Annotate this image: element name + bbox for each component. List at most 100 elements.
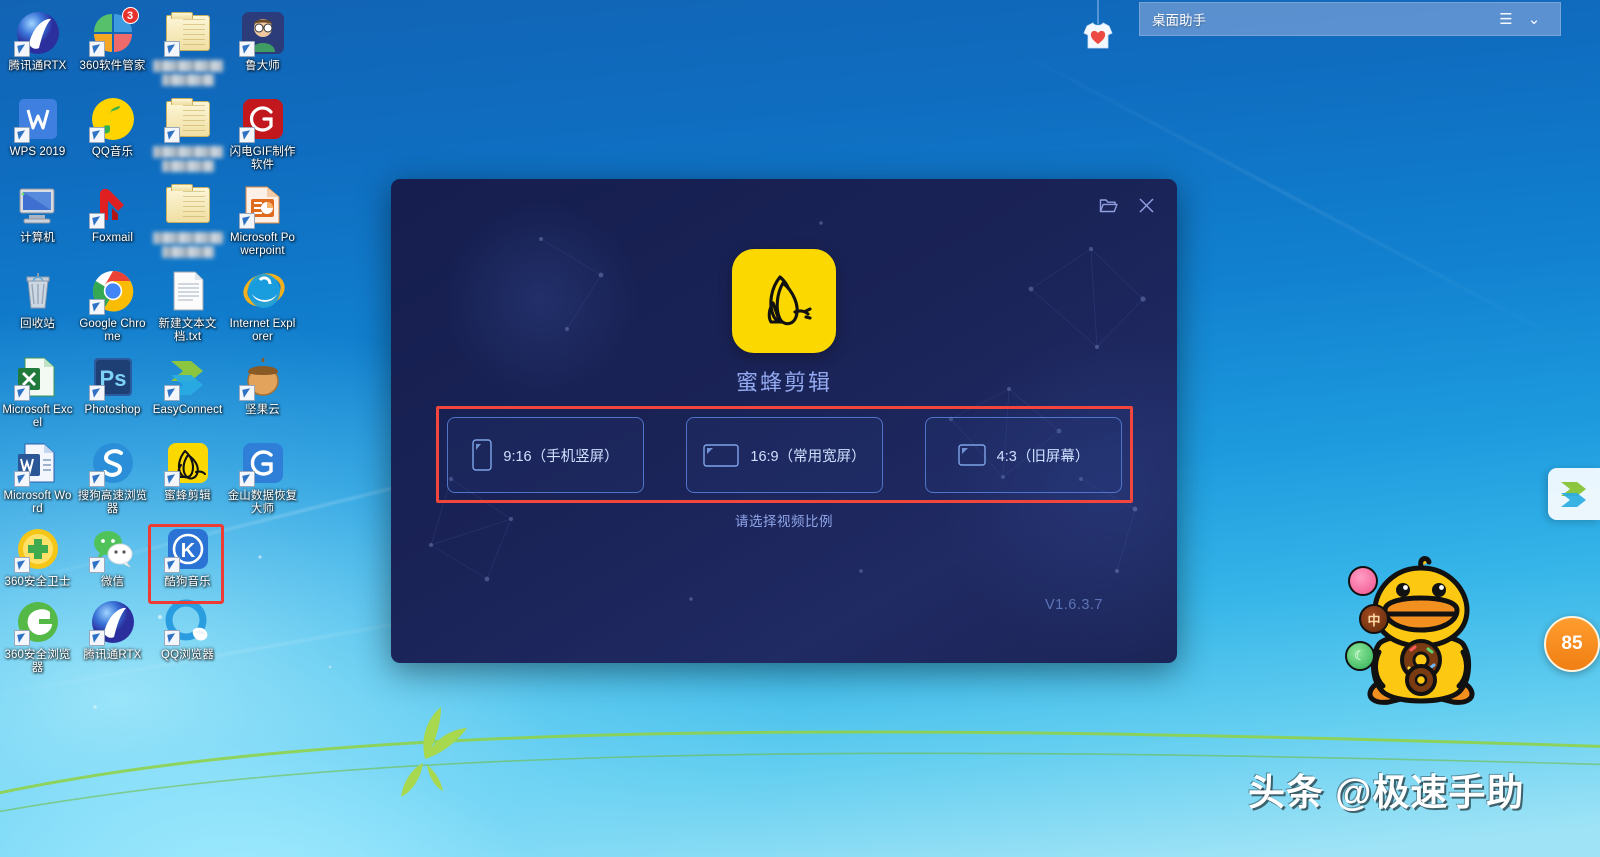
folder-open-icon[interactable] [1097, 194, 1119, 216]
desktop-icon-word[interactable]: Microsoft Word [0, 434, 75, 520]
close-icon[interactable] [1135, 194, 1157, 216]
desktop-icon-beecut[interactable]: 蜜蜂剪辑 [150, 434, 225, 520]
shortcut-arrow-icon [163, 471, 180, 487]
desktop-icon-grid[interactable]: 腾讯通RTX 3 360软件管家 鲁大师 WPS 2019 QQ音乐 闪电GIF制作软件计算… [0, 4, 310, 679]
desktop-icon-nutstore[interactable]: 坚果云 [225, 348, 300, 434]
desktop-icon-rtx[interactable]: 腾讯通RTX [0, 4, 75, 90]
ratio-button-9-16[interactable]: 9:16（手机竖屏） [447, 417, 644, 493]
desktop-icon-label: WPS 2019 [9, 146, 66, 158]
desktop-icon-label: 酷狗音乐 [164, 576, 211, 588]
desktop-icon-photoshop[interactable]: Ps Photoshop [75, 348, 150, 434]
360-browser-icon [13, 598, 62, 646]
beecut-dialog[interactable]: 蜜蜂剪辑 9:16（手机竖屏） 16:9（常用宽屏） 4:3（旧屏幕） 请选择视频比… [391, 179, 1177, 663]
desktop-icon-folder[interactable] [150, 176, 225, 262]
ratio-button-label: 16:9（常用宽屏） [750, 448, 866, 465]
shortcut-arrow-icon [88, 385, 105, 401]
kugou-music-icon: K [163, 525, 212, 573]
moon-icon[interactable]: ☾ [1345, 641, 1375, 671]
desktop-icon-chrome[interactable]: Google Chrome [75, 262, 150, 348]
easyconnect-dock-widget[interactable] [1548, 468, 1600, 520]
desktop-icon-label: Foxmail [92, 232, 133, 244]
notification-badge: 3 [121, 7, 139, 24]
chrome-icon [88, 267, 137, 315]
dialog-titlebar[interactable] [1097, 189, 1167, 221]
screen-standard-icon [957, 444, 986, 466]
desktop-icon-kingsoft-recovery[interactable]: 金山数据恢复大师 [225, 434, 300, 520]
shortcut-arrow-icon [163, 557, 180, 573]
hanging-shirt-icon [1083, 0, 1113, 49]
desktop-icon-label: 坚果云 [245, 404, 280, 416]
desktop-icon-label: 回收站 [20, 318, 55, 330]
shortcut-arrow-icon [13, 557, 30, 573]
desktop-icon-folder[interactable] [150, 90, 225, 176]
shortcut-arrow-icon [238, 127, 255, 143]
desktop-icon-computer[interactable]: 计算机 [0, 176, 75, 262]
shortcut-arrow-icon [88, 630, 105, 646]
computer-icon [14, 181, 62, 229]
ratio-button-row[interactable]: 9:16（手机竖屏） 16:9（常用宽屏） 4:3（旧屏幕） [447, 417, 1122, 493]
ratio-button-4-3[interactable]: 4:3（旧屏幕） [925, 417, 1122, 493]
ratio-button-label: 4:3（旧屏幕） [996, 448, 1090, 465]
hamburger-menu-icon[interactable]: ☰ [1492, 10, 1520, 28]
desktop-icon-label: 腾讯通RTX [8, 60, 67, 72]
desktop-icon-label: 计算机 [20, 232, 55, 244]
desktop-icon-sogou-browser[interactable]: 搜狗高速浏览器 [75, 434, 150, 520]
desktop-icon-kugou-music[interactable]: K 酷狗音乐 [150, 520, 225, 593]
desktop-icon-powerpoint[interactable]: Microsoft Powerpoint [225, 176, 300, 262]
desktop-icon-wechat[interactable]: 微信 [75, 520, 150, 593]
desktop-icon-label: Google Chrome [79, 318, 146, 343]
nutstore-icon [238, 353, 287, 401]
desktop-icon-label: QQ音乐 [91, 146, 134, 158]
shortcut-arrow-icon [163, 41, 180, 57]
desktop-icon-internet-explorer[interactable]: Internet Explorer [225, 262, 300, 348]
shortcut-arrow-icon [238, 213, 255, 229]
desktop-icon-rtx[interactable]: 腾讯通RTX [75, 593, 150, 679]
donut-icon[interactable] [1348, 566, 1378, 596]
desktop-icon-label [152, 60, 223, 86]
shortcut-arrow-icon [88, 471, 105, 487]
gif-maker-icon [238, 95, 287, 143]
desktop-icon-qq-browser[interactable]: QQ浏览器 [150, 593, 225, 679]
desktop-icon-label: EasyConnect [152, 404, 223, 416]
sogou-browser-icon [88, 439, 137, 487]
desktop-icon-360-software-manager[interactable]: 3 360软件管家 [75, 4, 150, 90]
desktop[interactable]: 腾讯通RTX 3 360软件管家 鲁大师 WPS 2019 QQ音乐 闪电GIF制作软件计算… [0, 0, 1600, 857]
easyconnect-icon [163, 353, 212, 401]
wechat-icon [88, 525, 137, 573]
foxmail-icon [88, 181, 137, 229]
chevron-down-icon[interactable]: ⌄ [1520, 10, 1548, 28]
desktop-icon-gif-maker[interactable]: 闪电GIF制作软件 [225, 90, 300, 176]
qq-music-icon [88, 95, 137, 143]
desktop-icon-label: 360安全浏览器 [4, 649, 71, 674]
shortcut-arrow-icon [13, 41, 30, 57]
desktop-icon-label: 金山数据恢复大师 [227, 490, 298, 515]
desktop-icon-ludashi[interactable]: 鲁大师 [225, 4, 300, 90]
shortcut-arrow-icon [163, 127, 180, 143]
desktop-icon-text-document[interactable]: 新建文本文档.txt [150, 262, 225, 348]
desktop-icon-easyconnect[interactable]: EasyConnect [150, 348, 225, 434]
chinese-input-mode-icon[interactable]: 中 [1359, 604, 1389, 634]
desktop-icon-wps[interactable]: WPS 2019 [0, 90, 75, 176]
wps-icon [13, 95, 62, 143]
shortcut-arrow-icon [13, 471, 30, 487]
desktop-icon-excel[interactable]: Microsoft Excel [0, 348, 75, 434]
desktop-icon-foxmail[interactable]: Foxmail [75, 176, 150, 262]
shortcut-arrow-icon [13, 630, 30, 646]
desktop-icon-folder[interactable] [150, 4, 225, 90]
desktop-icon-recycle-bin[interactable]: 回收站 [0, 262, 75, 348]
folder-icon [163, 9, 212, 57]
word-icon [13, 439, 62, 487]
ratio-button-16-9[interactable]: 16:9（常用宽屏） [686, 417, 883, 493]
watermark-text: 头条 @极速手助 [1248, 772, 1525, 813]
qq-browser-icon [163, 598, 212, 646]
score-badge[interactable]: 85 [1544, 616, 1600, 672]
folder-icon [163, 95, 212, 143]
bee-logo-icon [767, 275, 812, 326]
desktop-icon-qq-music[interactable]: QQ音乐 [75, 90, 150, 176]
desk-assistant-widget[interactable]: 桌面助手 ☰ ⌄ [1139, 2, 1561, 36]
svg-text:K: K [180, 540, 195, 562]
shortcut-arrow-icon [13, 385, 30, 401]
shortcut-arrow-icon [88, 213, 105, 229]
desktop-icon-360-browser[interactable]: 360安全浏览器 [0, 593, 75, 679]
desktop-icon-360-safe-guard[interactable]: 360安全卫士 [0, 520, 75, 593]
